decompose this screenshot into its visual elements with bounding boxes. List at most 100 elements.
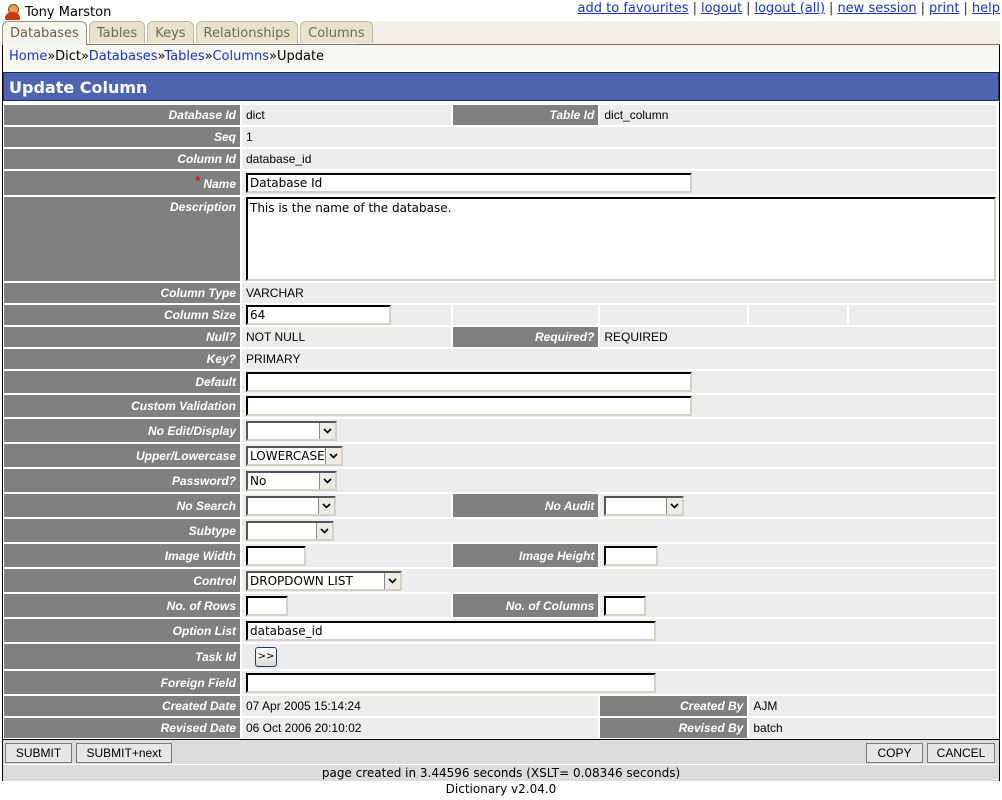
row-task-id: Task Id >> xyxy=(4,644,996,669)
no-audit-label: No Audit xyxy=(453,494,599,517)
tab-columns[interactable]: Columns xyxy=(300,21,373,43)
task-id-popup-button[interactable]: >> xyxy=(255,646,277,667)
name-input[interactable] xyxy=(246,173,692,193)
top-links: add to favourites | logout | logout (all) | ne… xyxy=(577,1,1000,16)
database-id-value: dict xyxy=(242,105,452,125)
option-list-input[interactable] xyxy=(246,620,656,641)
row-no-edit-display: No Edit/Display xyxy=(4,419,996,442)
row-no-search: No Search No Audit xyxy=(4,494,996,517)
custom-validation-input[interactable] xyxy=(246,396,692,416)
default-input[interactable] xyxy=(246,372,692,392)
chevron-down-icon xyxy=(384,572,400,589)
breadcrumb-databases[interactable]: Databases xyxy=(89,49,158,64)
foreign-field-input[interactable] xyxy=(246,672,656,693)
no-audit-select[interactable] xyxy=(604,495,685,516)
created-date-value: 07 Apr 2005 15:14:24 xyxy=(242,696,599,716)
print-link[interactable]: print xyxy=(929,1,960,16)
row-name: * Name xyxy=(4,171,996,195)
row-upper-lowercase: Upper/Lowercase LOWERCASE xyxy=(4,444,996,467)
row-column-id: Column Id database_id xyxy=(4,149,996,169)
required-value: REQUIRED xyxy=(600,327,996,347)
row-subtype: Subtype xyxy=(4,519,996,542)
name-label: Name xyxy=(203,176,236,191)
no-edit-display-label: No Edit/Display xyxy=(4,419,240,442)
chevron-down-icon xyxy=(319,472,335,489)
row-description: Description This is the name of the data… xyxy=(4,197,996,281)
page-title: Update Column xyxy=(9,78,148,97)
new-session-link[interactable]: new session xyxy=(837,1,916,16)
no-of-rows-input[interactable] xyxy=(246,595,288,616)
image-height-input[interactable] xyxy=(604,545,659,566)
breadcrumb: Home»Dict»Databases»Tables»Columns»Updat… xyxy=(9,49,325,64)
tab-keys[interactable]: Keys xyxy=(147,21,194,43)
created-by-label: Created By xyxy=(600,696,748,716)
upper-lowercase-label: Upper/Lowercase xyxy=(4,444,240,467)
option-list-label: Option List xyxy=(4,619,240,642)
row-option-list: Option List xyxy=(4,619,996,642)
tab-bar: Databases Tables Keys Relationships Colu… xyxy=(2,21,375,45)
row-seq: Seq 1 xyxy=(4,127,996,147)
null-label: Null? xyxy=(4,327,240,347)
row-column-type: Column Type VARCHAR xyxy=(4,283,996,303)
breadcrumb-home[interactable]: Home xyxy=(9,49,47,64)
custom-validation-label: Custom Validation xyxy=(4,395,240,417)
breadcrumb-tables[interactable]: Tables xyxy=(164,49,204,64)
row-created: Created Date 07 Apr 2005 15:14:24 Create… xyxy=(4,696,996,716)
row-column-size: Column Size xyxy=(4,305,996,325)
no-of-columns-label: No. of Columns xyxy=(453,594,599,617)
copy-button[interactable]: COPY xyxy=(866,743,923,763)
no-of-columns-input[interactable] xyxy=(604,595,647,616)
description-label: Description xyxy=(4,197,240,281)
control-label: Control xyxy=(4,569,240,592)
control-select[interactable]: DROPDOWN LIST xyxy=(246,570,402,591)
breadcrumb-dict: Dict xyxy=(55,49,81,64)
subtype-label: Subtype xyxy=(4,519,240,542)
cancel-button[interactable]: CANCEL xyxy=(927,743,995,763)
tab-relationships[interactable]: Relationships xyxy=(195,21,299,43)
help-link[interactable]: help xyxy=(972,1,1000,16)
submit-button[interactable]: SUBMIT xyxy=(5,743,72,763)
created-by-value: AJM xyxy=(749,696,996,716)
version-label: Dictionary v2.04.0 xyxy=(445,782,557,796)
column-type-label: Column Type xyxy=(4,283,240,303)
no-search-select[interactable] xyxy=(246,495,336,516)
no-of-rows-label: No. of Rows xyxy=(4,594,240,617)
image-width-input[interactable] xyxy=(246,545,306,566)
breadcrumb-bar: Home»Dict»Databases»Tables»Columns»Updat… xyxy=(2,45,1000,69)
column-size-input[interactable] xyxy=(246,305,391,325)
add-to-favourites-link[interactable]: add to favourites xyxy=(578,1,689,16)
submit-next-button[interactable]: SUBMIT+next xyxy=(76,743,172,763)
logout-all-link[interactable]: logout (all) xyxy=(754,1,825,16)
revised-by-label: Revised By xyxy=(600,718,748,738)
no-edit-display-select[interactable] xyxy=(246,420,337,441)
description-textarea[interactable]: This is the name of the database. xyxy=(246,197,996,281)
breadcrumb-update: Update xyxy=(276,49,325,64)
row-key: Key? PRIMARY xyxy=(4,349,996,369)
title-bar: Update Column xyxy=(3,72,999,101)
revised-by-value: batch xyxy=(749,718,996,738)
row-password: Password? No xyxy=(4,469,996,492)
revised-date-value: 06 Oct 2006 20:10:02 xyxy=(242,718,599,738)
null-value: NOT NULL xyxy=(242,327,452,347)
image-width-label: Image Width xyxy=(4,544,240,567)
tab-databases[interactable]: Databases xyxy=(2,21,87,45)
column-id-value: database_id xyxy=(242,149,996,169)
tab-tables[interactable]: Tables xyxy=(88,21,146,43)
logout-link[interactable]: logout xyxy=(701,1,742,16)
foreign-field-label: Foreign Field xyxy=(4,671,240,694)
row-custom-validation: Custom Validation xyxy=(4,395,996,417)
upper-lowercase-select[interactable]: LOWERCASE xyxy=(246,445,343,466)
row-default: Default xyxy=(4,371,996,393)
status-bar: page created in 3.44596 seconds (XSLT= 0… xyxy=(3,764,999,781)
password-select[interactable]: No xyxy=(246,470,337,491)
subtype-select[interactable] xyxy=(246,520,334,541)
task-id-label: Task Id xyxy=(4,644,240,669)
password-label: Password? xyxy=(4,469,240,492)
database-id-label: Database Id xyxy=(4,105,240,125)
breadcrumb-columns[interactable]: Columns xyxy=(212,49,269,64)
row-control: Control DROPDOWN LIST xyxy=(4,569,996,592)
chevron-down-icon xyxy=(319,422,335,439)
created-date-label: Created Date xyxy=(4,696,240,716)
no-search-label: No Search xyxy=(4,494,240,517)
column-id-label: Column Id xyxy=(4,149,240,169)
